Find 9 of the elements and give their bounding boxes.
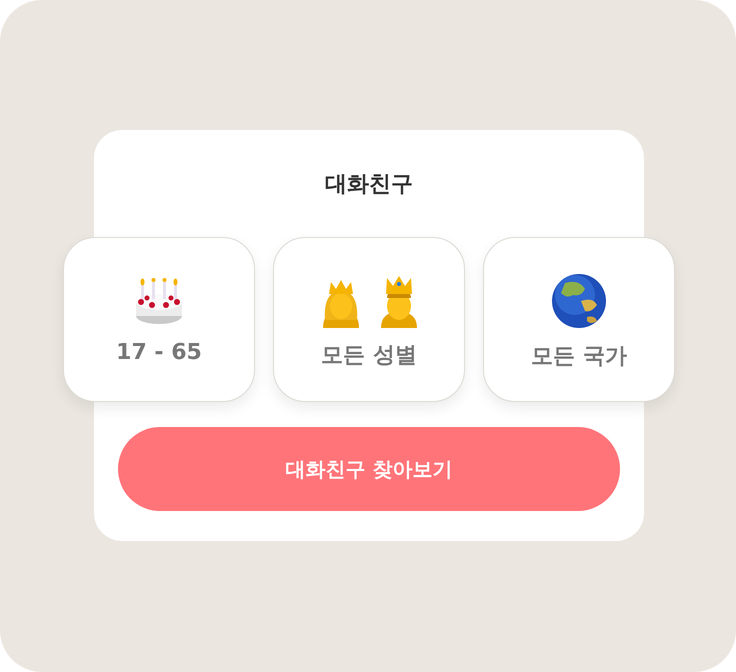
- filter-label: 모든 국가: [531, 342, 627, 370]
- find-friends-button[interactable]: 대화친구 찾아보기: [118, 427, 620, 511]
- card-title: 대화친구: [325, 171, 413, 199]
- filter-card[interactable]: 모든 국가: [483, 237, 675, 402]
- filter-card[interactable]: 17 - 65: [63, 237, 255, 402]
- filter-label: 모든 성별: [321, 342, 417, 370]
- filter-card[interactable]: 모든 성별: [273, 237, 465, 402]
- globe-icon: [551, 272, 607, 328]
- filter-label: 17 - 65: [116, 340, 202, 365]
